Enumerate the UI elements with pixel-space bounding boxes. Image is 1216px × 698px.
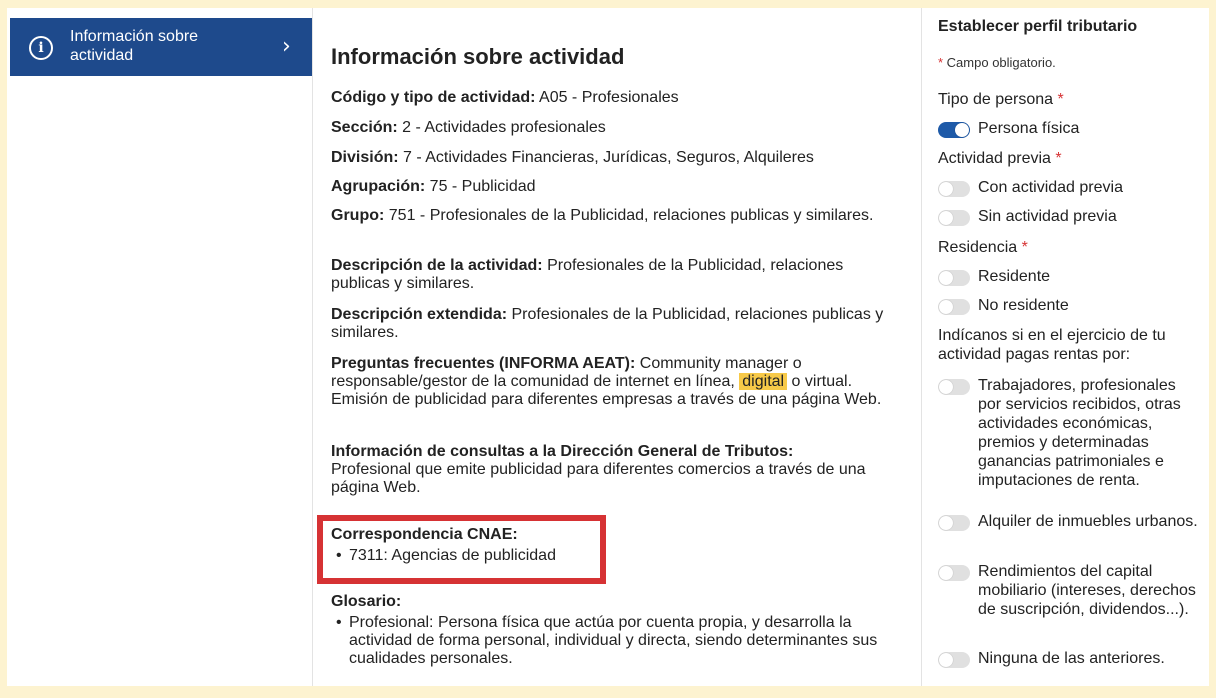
toggle-rentas-trabajadores[interactable]: [938, 379, 970, 395]
option-label: Ninguna de las anteriores.: [978, 650, 1165, 667]
option-label: Rendimientos del capital mobiliario (int…: [978, 563, 1196, 618]
page-title: Información sobre actividad: [331, 44, 625, 69]
chevron-right-icon: ›: [282, 34, 291, 59]
glosario-list: Profesional: Persona física que actúa po…: [331, 614, 906, 668]
toggle-rentas-capital[interactable]: [938, 565, 970, 581]
field-grupo: Grupo: 751 - Profesionales de la Publici…: [331, 207, 874, 224]
toggle-persona-fisica[interactable]: [938, 122, 970, 138]
page-frame: i Información sobre actividad › Informac…: [7, 8, 1209, 686]
option-label: Residente: [978, 268, 1051, 285]
field-division: División: 7 - Actividades Financieras, J…: [331, 149, 814, 166]
field-descripcion-extendida: Descripción extendida: Profesionales de …: [331, 306, 884, 341]
option-label: Sin actividad previa: [978, 208, 1117, 225]
toggle-sin-actividad-previa[interactable]: [938, 210, 970, 226]
panel-title: Establecer perfil tributario: [938, 18, 1138, 35]
main-content: Información sobre actividad Código y tip…: [331, 8, 921, 686]
sidebar-item-informacion-actividad[interactable]: i Información sobre actividad ›: [10, 18, 312, 76]
toggle-rentas-ninguna[interactable]: [938, 652, 970, 668]
field-codigo: Código y tipo de actividad: A05 - Profes…: [331, 89, 679, 106]
list-item: Profesional: Persona física que actúa po…: [331, 614, 906, 668]
field-descripcion: Descripción de la actividad: Profesional…: [331, 257, 844, 292]
required-note: * Campo obligatorio.: [938, 55, 1056, 70]
sidebar: i Información sobre actividad ›: [7, 8, 313, 686]
search-highlight: digital: [739, 373, 788, 390]
field-agrupacion: Agrupación: 75 - Publicidad: [331, 178, 536, 195]
residencia-label: Residencia *: [938, 239, 1028, 256]
option-label: Con actividad previa: [978, 179, 1123, 196]
field-consultas-dgt: Información de consultas a la Dirección …: [331, 443, 866, 496]
rentas-label: Indícanos si en el ejercicio de tu activ…: [938, 327, 1166, 363]
toggle-residente[interactable]: [938, 270, 970, 286]
info-icon: i: [29, 36, 53, 60]
tipo-persona-label: Tipo de persona *: [938, 91, 1064, 108]
option-label: Trabajadores, profesionales por servicio…: [978, 377, 1181, 489]
field-preguntas-frecuentes: Preguntas frecuentes (INFORMA AEAT): Com…: [331, 355, 882, 408]
field-seccion: Sección: 2 - Actividades profesionales: [331, 119, 606, 136]
toggle-no-residente[interactable]: [938, 299, 970, 315]
perfil-tributario-panel: Establecer perfil tributario * Campo obl…: [921, 8, 1209, 686]
field-glosario: Glosario: Profesional: Persona física qu…: [331, 593, 906, 668]
option-label: No residente: [978, 297, 1069, 314]
sidebar-item-label: Información sobre actividad: [70, 28, 199, 64]
actividad-previa-label: Actividad previa *: [938, 150, 1062, 167]
option-label: Alquiler de inmuebles urbanos.: [978, 513, 1198, 530]
toggle-con-actividad-previa[interactable]: [938, 181, 970, 197]
toggle-rentas-alquiler[interactable]: [938, 515, 970, 531]
cnae-highlight-box: [317, 515, 606, 584]
option-label: Persona física: [978, 120, 1080, 137]
